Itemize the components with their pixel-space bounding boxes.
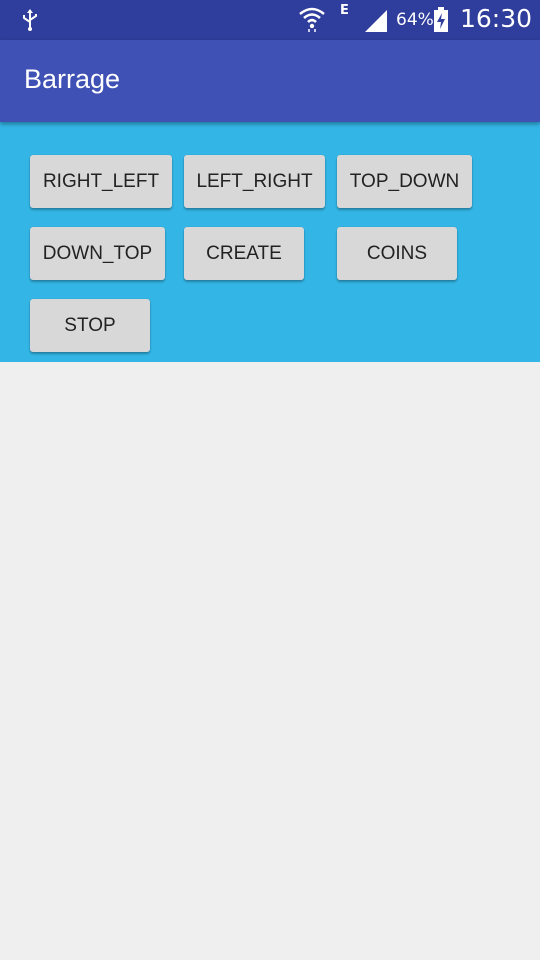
wifi-icon (299, 7, 325, 32)
left-right-button[interactable]: LEFT_RIGHT (184, 155, 325, 208)
stop-button[interactable]: STOP (30, 299, 150, 352)
app-title: Barrage (24, 64, 121, 94)
right-left-button[interactable]: RIGHT_LEFT (30, 155, 172, 208)
content-area (0, 362, 540, 960)
battery-percent: 64% (396, 10, 434, 30)
coins-button[interactable]: COINS (337, 227, 457, 280)
battery-charging-icon (434, 7, 448, 32)
down-top-button[interactable]: DOWN_TOP (30, 227, 165, 280)
create-button[interactable]: CREATE (184, 227, 304, 280)
network-type-icon: E (340, 3, 349, 18)
button-panel: RIGHT_LEFT LEFT_RIGHT TOP_DOWN DOWN_TOP … (0, 122, 540, 362)
top-down-button[interactable]: TOP_DOWN (337, 155, 472, 208)
clock: 16:30 (460, 4, 533, 33)
signal-icon (365, 10, 387, 32)
usb-icon (23, 9, 37, 31)
status-bar: E 64% 16:30 (0, 0, 540, 40)
app-bar: Barrage (0, 40, 540, 122)
